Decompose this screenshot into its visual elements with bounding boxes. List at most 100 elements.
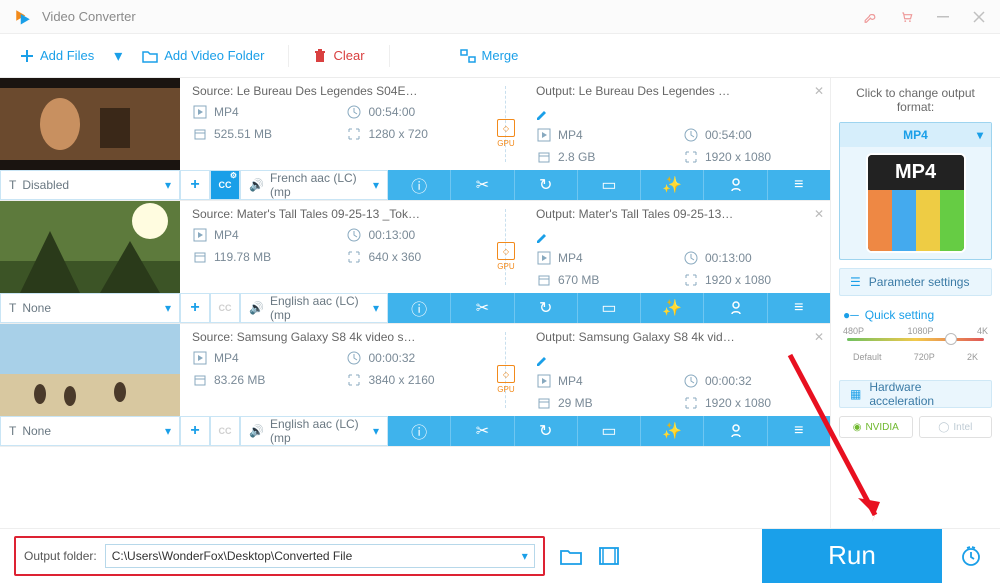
intel-chip[interactable]: ◯Intel [919, 416, 993, 438]
item-controlbar: TNone▾ + CC 🔊English aac (LC) (mp▾ ⓘ ✂ ↻… [0, 293, 830, 323]
cc-button[interactable]: CC [210, 416, 240, 446]
bottom-bar: Output folder: C:\Users\WonderFox\Deskto… [0, 528, 1000, 582]
output-folder-label: Output folder: [24, 549, 97, 563]
cut-icon[interactable]: ✂ [451, 416, 514, 446]
info-icon[interactable]: ⓘ [388, 170, 451, 200]
gpu-badge: ◇GPU [497, 242, 515, 271]
app-logo-icon [14, 8, 32, 26]
output-title: Output: Mater's Tall Tales 09-25-13 _Tok… [536, 207, 736, 221]
cc-button[interactable]: CC⚙ [210, 170, 240, 200]
info-icon[interactable]: ⓘ [388, 293, 451, 323]
titlebar: Video Converter [0, 0, 1000, 34]
clear-button[interactable]: Clear [303, 42, 374, 69]
size-icon [536, 149, 552, 165]
watermark-icon[interactable] [704, 293, 767, 323]
edit-icon[interactable] [536, 355, 820, 367]
crop-icon[interactable]: ▭ [578, 416, 641, 446]
out-res: 1920 x 1080 [705, 150, 771, 164]
rotate-icon[interactable]: ↻ [515, 293, 578, 323]
out-size: 2.8 GB [558, 150, 595, 164]
nvidia-chip[interactable]: ◉NVIDIA [839, 416, 913, 438]
remove-item-icon[interactable]: ✕ [814, 84, 824, 98]
add-subtitle-button[interactable]: + [180, 293, 210, 323]
quick-setting: ●─Quick setting 480P1080P4K Default720P2… [839, 304, 992, 356]
sliders-icon: ☰ [850, 275, 861, 289]
clock-icon [346, 227, 362, 243]
close-icon[interactable] [972, 10, 986, 24]
remove-item-icon[interactable]: ✕ [814, 330, 824, 344]
effects-icon[interactable]: ✨ [641, 170, 704, 200]
filter-icon[interactable]: ≡ [768, 416, 830, 446]
format-hint: Click to change output format: [839, 86, 992, 114]
audio-select[interactable]: 🔊French aac (LC) (mp▾ [240, 170, 388, 200]
merge-button[interactable]: Merge [450, 42, 529, 69]
chip-icon: ▦ [850, 387, 861, 401]
edit-icon[interactable] [536, 232, 820, 244]
add-files-dropdown[interactable]: ▾ [110, 46, 126, 66]
output-folder-field[interactable]: C:\Users\WonderFox\Desktop\Converted Fil… [105, 544, 535, 568]
parameter-settings-button[interactable]: ☰ Parameter settings [839, 268, 992, 296]
speaker-icon: 🔊 [249, 301, 264, 315]
gpu-badge: ◇GPU [497, 365, 515, 394]
cut-icon[interactable]: ✂ [451, 170, 514, 200]
minimize-icon[interactable] [936, 10, 950, 24]
video-thumbnail[interactable] [0, 78, 180, 170]
cc-button[interactable]: CC [210, 293, 240, 323]
subtitle-select[interactable]: TNone▾ [0, 293, 180, 323]
crop-icon[interactable]: ▭ [578, 170, 641, 200]
edit-icon[interactable] [536, 109, 820, 121]
cart-icon[interactable] [900, 10, 914, 24]
schedule-icon[interactable] [956, 545, 986, 567]
video-thumbnail[interactable] [0, 324, 180, 416]
subtitle-select[interactable]: TDisabled▾ [0, 170, 180, 200]
hardware-accel-button[interactable]: ▦ Hardware acceleration [839, 380, 992, 408]
rotate-icon[interactable]: ↻ [515, 416, 578, 446]
size-icon [192, 372, 208, 388]
add-files-button[interactable]: Add Files [10, 42, 104, 69]
audio-select[interactable]: 🔊English aac (LC) (mp▾ [240, 293, 388, 323]
effects-icon[interactable]: ✨ [641, 293, 704, 323]
resolution-icon [346, 126, 362, 142]
cut-icon[interactable]: ✂ [451, 293, 514, 323]
filter-icon[interactable]: ≡ [768, 293, 830, 323]
list-item: Source: Mater's Tall Tales 09-25-13 _Tok… [0, 201, 830, 324]
subtitle-select[interactable]: TNone▾ [0, 416, 180, 446]
add-folder-label: Add Video Folder [164, 48, 264, 63]
size-icon [536, 395, 552, 411]
out-format: MP4 [558, 128, 583, 142]
output-title: Output: Le Bureau Des Legendes S04E02...… [536, 84, 736, 98]
source-title: Source: Samsung Galaxy S8 4k video sampl… [192, 330, 422, 344]
watermark-icon[interactable] [704, 416, 767, 446]
text-icon: T [9, 424, 16, 438]
add-subtitle-button[interactable]: + [180, 170, 210, 200]
output-title: Output: Samsung Galaxy S8 4k video sampl… [536, 330, 736, 344]
output-format-box[interactable]: MP4▾ MP4 [839, 122, 992, 260]
film-icon[interactable] [597, 544, 621, 568]
remove-item-icon[interactable]: ✕ [814, 207, 824, 221]
app-title: Video Converter [42, 9, 864, 24]
filter-icon[interactable]: ≡ [768, 170, 830, 200]
format-label: MP4 [903, 128, 928, 142]
format-icon [536, 127, 552, 143]
quality-slider[interactable]: 480P1080P4K Default720P2K [843, 326, 988, 352]
effects-icon[interactable]: ✨ [641, 416, 704, 446]
open-folder-icon[interactable] [559, 544, 583, 568]
src-format: MP4 [214, 105, 239, 119]
video-thumbnail[interactable] [0, 201, 180, 293]
format-icon [192, 104, 208, 120]
crop-icon[interactable]: ▭ [578, 293, 641, 323]
size-icon [192, 249, 208, 265]
clock-icon [683, 127, 699, 143]
key-icon[interactable] [864, 10, 878, 24]
audio-select[interactable]: 🔊English aac (LC) (mp▾ [240, 416, 388, 446]
run-button[interactable]: Run [762, 529, 942, 583]
speaker-icon: 🔊 [249, 424, 264, 438]
add-subtitle-button[interactable]: + [180, 416, 210, 446]
add-folder-button[interactable]: Add Video Folder [132, 42, 274, 69]
watermark-icon[interactable] [704, 170, 767, 200]
info-icon[interactable]: ⓘ [388, 416, 451, 446]
clock-icon [683, 250, 699, 266]
rotate-icon[interactable]: ↻ [515, 170, 578, 200]
main-toolbar: Add Files ▾ Add Video Folder Clear Merge [0, 34, 1000, 78]
resolution-icon [346, 372, 362, 388]
